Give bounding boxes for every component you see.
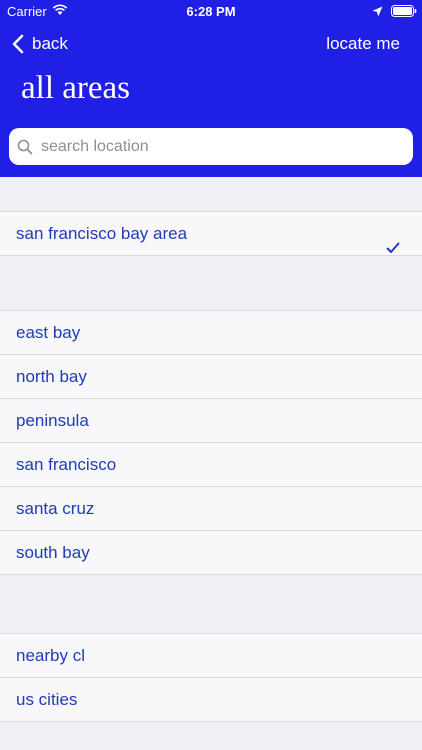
list-item-san-francisco[interactable]: san francisco <box>0 443 422 487</box>
list-item-label: san francisco <box>16 455 117 474</box>
battery-icon <box>391 5 417 20</box>
nav-bar: back locate me <box>0 30 422 58</box>
header: Carrier 6:28 PM back locate me all areas… <box>0 0 422 177</box>
status-bar: Carrier 6:28 PM <box>0 0 422 22</box>
locate-me-button[interactable]: locate me <box>326 30 400 58</box>
list-item-label: san francisco bay area <box>16 224 188 243</box>
subarea-list: east bay north bay peninsula san francis… <box>0 311 422 575</box>
list-item-south-bay[interactable]: south bay <box>0 531 422 575</box>
list-item-label: us cities <box>16 690 78 709</box>
list-item-east-bay[interactable]: east bay <box>0 311 422 355</box>
status-time: 6:28 PM <box>186 4 236 19</box>
list-item-label: nearby cl <box>16 646 85 665</box>
list-item-label: south bay <box>16 543 90 562</box>
section-spacer <box>0 256 422 311</box>
list-item-label: santa cruz <box>16 499 95 518</box>
chevron-left-icon <box>12 34 24 54</box>
selected-region-list: san francisco bay area <box>0 212 422 256</box>
list-item-label: peninsula <box>16 411 89 430</box>
search-input[interactable] <box>39 136 403 157</box>
location-arrow-icon <box>372 5 383 20</box>
search-icon <box>17 139 33 155</box>
back-button[interactable]: back <box>12 30 68 58</box>
list-item-santa-cruz[interactable]: santa cruz <box>0 487 422 531</box>
list-item-label: north bay <box>16 367 87 386</box>
list-item-peninsula[interactable]: peninsula <box>0 399 422 443</box>
section-spacer <box>0 579 422 634</box>
back-label: back <box>32 34 68 53</box>
list-item-san-francisco-bay-area[interactable]: san francisco bay area <box>0 212 422 256</box>
section-spacer <box>0 177 422 212</box>
list-item-nearby-cl[interactable]: nearby cl <box>0 634 422 678</box>
list-item-label: east bay <box>16 323 81 342</box>
page-title: all areas <box>21 70 131 106</box>
other-areas-list: nearby cl us cities <box>0 634 422 722</box>
list-item-north-bay[interactable]: north bay <box>0 355 422 399</box>
list-item-us-cities[interactable]: us cities <box>0 678 422 722</box>
search-bar[interactable] <box>9 128 413 165</box>
